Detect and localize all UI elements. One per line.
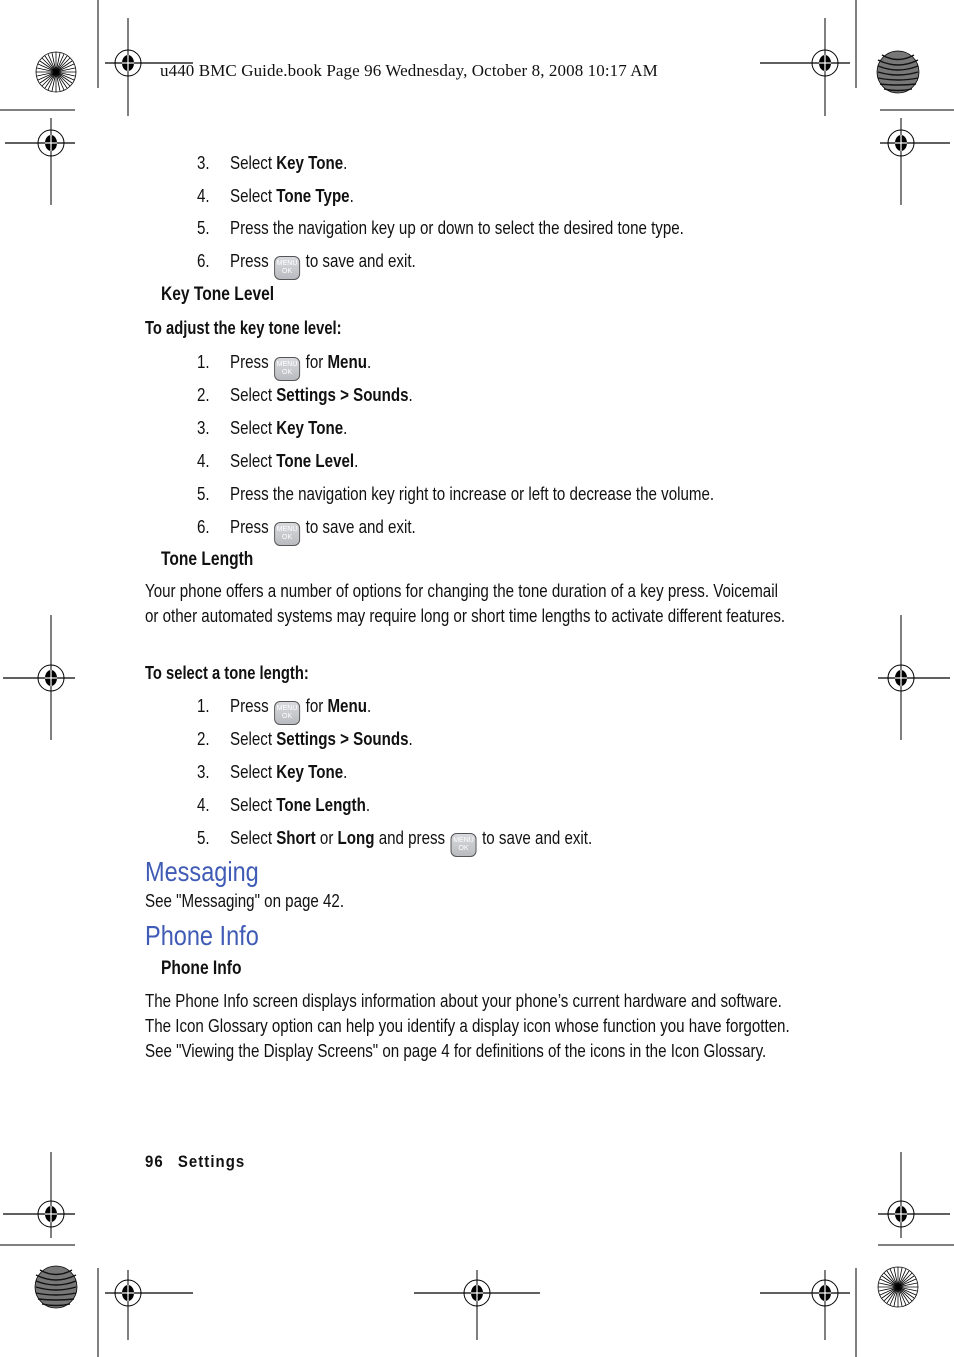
ui-term: Key Tone	[276, 418, 344, 438]
ui-term: Tone Level	[276, 451, 355, 471]
page-footer: 96 Settings	[145, 1152, 245, 1172]
step-number: 5.	[197, 484, 210, 504]
page-number: 96	[145, 1152, 164, 1171]
ui-term: Short	[276, 828, 316, 848]
printer-marks	[0, 0, 954, 1357]
footer-section-name: Settings	[177, 1152, 246, 1171]
section-subheading: Phone Info	[161, 958, 242, 979]
menu-ok-key-icon: MENU OK	[450, 833, 477, 857]
step-number: 5.	[197, 218, 210, 238]
step-text: Press MENU OK to save and exit.	[230, 517, 416, 546]
ui-term: Key Tone	[276, 153, 344, 173]
step-number: 3.	[197, 418, 210, 438]
menu-ok-key-icon: MENU OK	[274, 357, 301, 381]
step-text: Select Tone Length.	[230, 795, 371, 815]
step-number: 6.	[197, 517, 210, 537]
tone-length-paragraph: Your phone offers a number of options fo…	[145, 581, 786, 626]
menu-ok-key-icon: MENU OK	[274, 522, 301, 546]
step-text: Select Tone Type.	[230, 186, 354, 206]
step-number: 2.	[197, 729, 210, 749]
ui-term: Menu	[327, 352, 367, 372]
step-number: 2.	[197, 385, 210, 405]
step-text: Press the navigation key right to increa…	[230, 484, 715, 504]
step-text: Select Settings > Sounds.	[230, 385, 413, 405]
step-number: 6.	[197, 251, 210, 271]
step-text: Press MENU OK to save and exit.	[230, 251, 416, 280]
section-subheading: Key Tone Level	[161, 284, 275, 305]
menu-ok-key-icon: MENU OK	[274, 701, 301, 725]
section-subheading: Tone Length	[161, 549, 254, 570]
step-text: Select Key Tone.	[230, 153, 348, 173]
step-text: Select Key Tone.	[230, 418, 348, 438]
step-text: Press MENU OK for Menu.	[230, 696, 371, 725]
step-text: Press MENU OK for Menu.	[230, 352, 371, 381]
procedure-title: To adjust the key tone level:	[145, 318, 342, 338]
procedure-title: To select a tone length:	[145, 663, 309, 683]
menu-ok-key-icon: MENU OK	[274, 256, 301, 280]
step-number: 5.	[197, 828, 210, 848]
step-number: 3.	[197, 153, 210, 173]
ui-term: Long	[337, 828, 375, 848]
step-text: Press the navigation key up or down to s…	[230, 218, 684, 238]
step-number: 4.	[197, 186, 210, 206]
step-text: Select Tone Level.	[230, 451, 359, 471]
book-page-header: u440 BMC Guide.book Page 96 Wednesday, O…	[160, 61, 658, 80]
section-heading-phone-info: Phone Info	[145, 920, 259, 951]
step-text: Select Key Tone.	[230, 762, 348, 782]
step-number: 1.	[197, 696, 210, 716]
ui-term: Settings > Sounds	[276, 729, 409, 749]
step-text: Select Short or Long and press MENU OK to…	[230, 828, 592, 857]
step-text: Select Settings > Sounds.	[230, 729, 413, 749]
ui-term: Tone Length	[276, 795, 366, 815]
step-number: 1.	[197, 352, 210, 372]
step-number: 4.	[197, 795, 210, 815]
ui-term: Settings > Sounds	[276, 385, 409, 405]
messaging-cross-reference[interactable]: See "Messaging" on page 42.	[145, 891, 344, 912]
step-number: 3.	[197, 762, 210, 782]
section-heading-messaging: Messaging	[145, 856, 259, 887]
ui-term: Menu	[327, 696, 367, 716]
ui-term: Tone Type	[276, 186, 350, 206]
step-number: 4.	[197, 451, 210, 471]
ui-term: Key Tone	[276, 762, 344, 782]
phone-info-paragraph: The Phone Info screen displays informati…	[145, 991, 790, 1061]
